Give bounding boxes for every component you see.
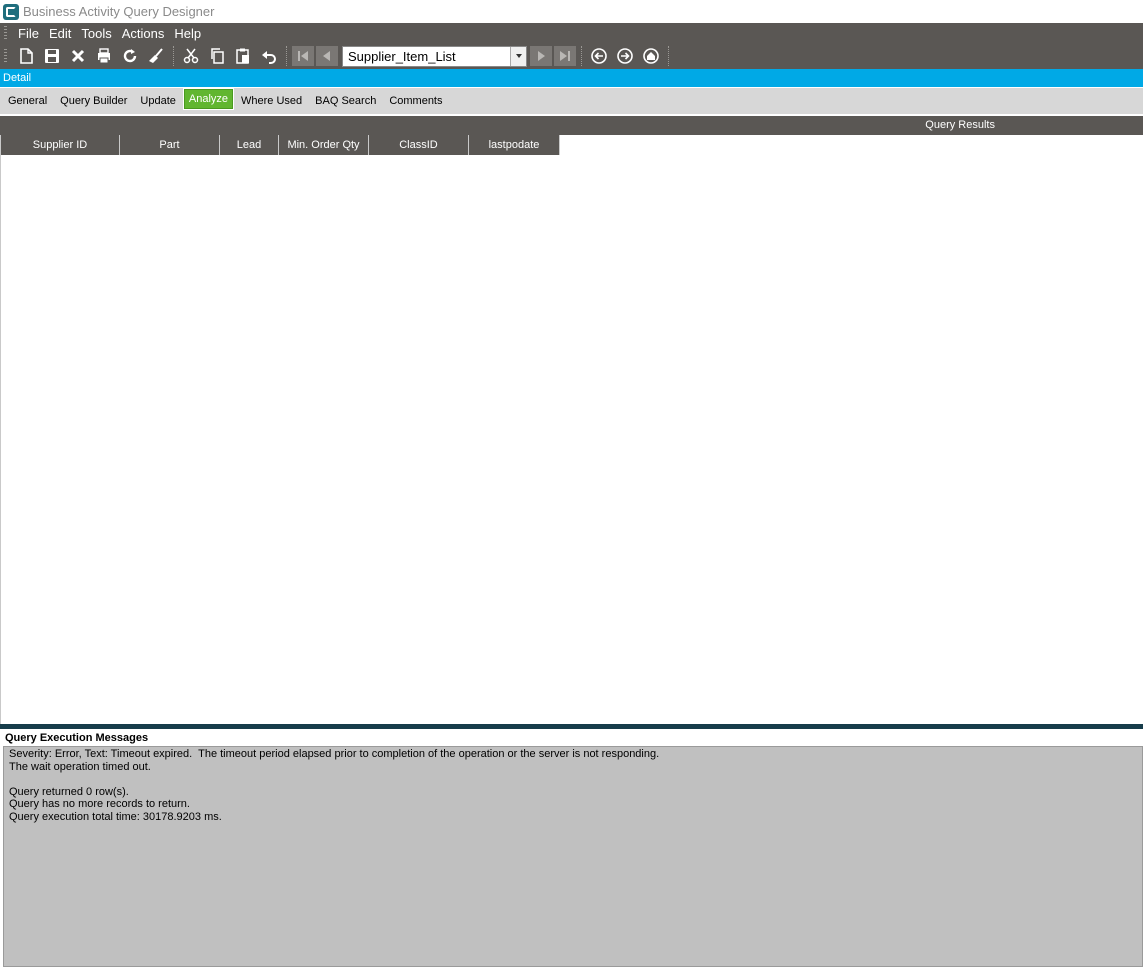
message-line xyxy=(9,773,1137,786)
copy-button[interactable] xyxy=(205,45,229,67)
toolbar-separator xyxy=(286,46,287,66)
toolbar-separator xyxy=(173,46,174,66)
save-icon xyxy=(45,49,59,63)
detail-bar: Detail xyxy=(0,69,1143,87)
toolbar-separator xyxy=(581,46,582,66)
next-record-icon xyxy=(538,51,545,61)
query-results-header: Query Results xyxy=(0,116,1143,135)
next-record-button[interactable] xyxy=(530,46,552,66)
app-logo-icon xyxy=(3,3,19,20)
messages-panel[interactable]: Severity: Error, Text: Timeout expired. … xyxy=(3,746,1143,967)
message-line: The wait operation timed out. xyxy=(9,760,151,773)
last-record-button[interactable] xyxy=(554,46,576,66)
print-button[interactable] xyxy=(92,45,116,67)
menu-actions[interactable]: Actions xyxy=(117,26,170,41)
message-line: Severity: Error, Text: Timeout expired. … xyxy=(9,748,660,760)
refresh-button[interactable] xyxy=(118,45,142,67)
record-select[interactable]: Supplier_Item_List xyxy=(342,45,527,67)
delete-icon xyxy=(71,49,85,63)
menu-edit[interactable]: Edit xyxy=(44,26,76,41)
tab-bar: General Query Builder Update Analyze Whe… xyxy=(0,88,1143,114)
tab-analyze[interactable]: Analyze xyxy=(182,88,235,110)
menu-help[interactable]: Help xyxy=(169,26,206,41)
title-bar: Business Activity Query Designer xyxy=(0,0,1143,23)
new-icon xyxy=(20,48,33,64)
toolbar-separator xyxy=(668,46,669,66)
home-button[interactable] xyxy=(639,45,663,67)
menu-file[interactable]: File xyxy=(13,26,44,41)
clear-button[interactable] xyxy=(144,45,168,67)
delete-button[interactable] xyxy=(66,45,90,67)
window-title: Business Activity Query Designer xyxy=(23,4,215,19)
undo-button[interactable] xyxy=(257,45,281,67)
tab-where-used[interactable]: Where Used xyxy=(236,91,307,111)
first-record-icon xyxy=(298,51,308,61)
forward-icon xyxy=(617,48,633,64)
message-line: Query returned 0 row(s). xyxy=(9,785,129,798)
first-record-button[interactable] xyxy=(292,46,314,66)
cut-icon xyxy=(183,48,199,64)
column-header-supplier-id[interactable]: Supplier ID xyxy=(1,135,120,155)
tab-comments[interactable]: Comments xyxy=(384,91,447,111)
panel-splitter[interactable] xyxy=(0,724,1143,729)
clear-icon xyxy=(149,48,163,63)
grid-header-row: Supplier ID Part Lead Min. Order Qty Cla… xyxy=(1,135,1143,155)
back-icon xyxy=(591,48,607,64)
toolbar: Supplier_Item_List xyxy=(0,43,1143,69)
column-header-lastpodate[interactable]: lastpodate xyxy=(469,135,560,155)
column-header-classid[interactable]: ClassID xyxy=(369,135,469,155)
menu-grip-icon[interactable] xyxy=(4,26,7,40)
paste-icon xyxy=(236,48,249,64)
message-line: Query has no more records to return. xyxy=(9,798,190,810)
message-line: Query execution total time: 30178.9203 m… xyxy=(9,810,222,823)
save-button[interactable] xyxy=(40,45,64,67)
record-select-value: Supplier_Item_List xyxy=(348,48,456,64)
last-record-icon xyxy=(560,51,570,61)
column-header-part[interactable]: Part xyxy=(120,135,220,155)
menu-bar: File Edit Tools Actions Help xyxy=(0,23,1143,43)
forward-button[interactable] xyxy=(613,45,637,67)
tab-baq-search[interactable]: BAQ Search xyxy=(310,91,381,111)
tab-general[interactable]: General xyxy=(3,91,52,111)
paste-button[interactable] xyxy=(231,45,255,67)
home-icon xyxy=(643,48,659,64)
previous-record-button[interactable] xyxy=(316,46,338,66)
copy-icon xyxy=(211,48,224,64)
cut-button[interactable] xyxy=(179,45,203,67)
menu-tools[interactable]: Tools xyxy=(76,26,116,41)
results-grid[interactable]: Supplier ID Part Lead Min. Order Qty Cla… xyxy=(0,135,1143,724)
back-button[interactable] xyxy=(587,45,611,67)
new-button[interactable] xyxy=(14,45,38,67)
tab-update[interactable]: Update xyxy=(135,91,180,111)
print-icon xyxy=(98,48,110,64)
column-header-min-order-qty[interactable]: Min. Order Qty xyxy=(279,135,369,155)
refresh-icon xyxy=(123,49,137,63)
tab-query-builder[interactable]: Query Builder xyxy=(55,91,132,111)
undo-icon xyxy=(262,51,276,64)
previous-record-icon xyxy=(323,51,330,61)
messages-header: Query Execution Messages xyxy=(0,730,1143,746)
dropdown-arrow-icon[interactable] xyxy=(510,46,526,66)
column-header-lead[interactable]: Lead xyxy=(220,135,279,155)
toolbar-grip-icon[interactable] xyxy=(4,49,7,63)
